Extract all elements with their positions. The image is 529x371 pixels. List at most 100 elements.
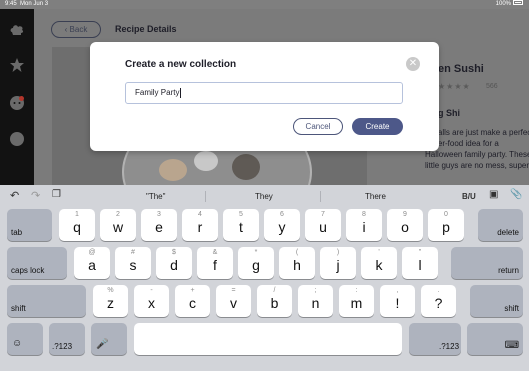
suggestion-1[interactable]: "The" xyxy=(146,192,165,201)
key-hint: / xyxy=(273,287,276,294)
key-i[interactable]: 8i xyxy=(346,209,382,241)
key-hint: - xyxy=(150,287,153,294)
key-r[interactable]: 4r xyxy=(182,209,218,241)
key-k[interactable]: ' k xyxy=(361,247,397,279)
tab-key[interactable]: tab xyxy=(7,209,52,241)
cancel-button[interactable]: Cancel xyxy=(293,118,343,135)
key-g[interactable]: * g xyxy=(238,247,274,279)
key-e[interactable]: 3e xyxy=(141,209,177,241)
return-key[interactable]: return xyxy=(451,247,523,279)
text-caret xyxy=(180,87,182,98)
suggestion-divider xyxy=(205,191,206,202)
key-hint: ; xyxy=(314,287,317,294)
face-icon[interactable] xyxy=(9,131,25,147)
key-b[interactable]: / b xyxy=(257,285,292,317)
key-label: b xyxy=(270,295,279,311)
sushi-ball xyxy=(232,154,260,180)
key-c[interactable]: + c xyxy=(175,285,210,317)
camera-icon[interactable]: ▣ xyxy=(489,189,498,200)
numbers-key-left[interactable]: .?123 xyxy=(49,323,85,355)
key-hint: 0 xyxy=(444,211,448,218)
key-label: g xyxy=(252,257,260,273)
close-icon[interactable]: ✕ xyxy=(406,57,420,71)
format-button[interactable]: B/U xyxy=(462,192,476,201)
key-hint: $ xyxy=(172,249,176,256)
key-hint: ) xyxy=(336,249,340,256)
key-u[interactable]: 7u xyxy=(305,209,341,241)
chef-hat-icon[interactable] xyxy=(9,23,25,39)
key-h[interactable]: (h xyxy=(279,247,315,279)
key-hint: : xyxy=(355,287,358,294)
key-p[interactable]: 0p xyxy=(428,209,464,241)
key-j[interactable]: ) j xyxy=(320,247,356,279)
star-icon[interactable] xyxy=(9,57,25,73)
create-collection-dialog: Create a new collection ✕ Family Party C… xyxy=(90,42,439,151)
key-label: s xyxy=(129,257,137,273)
key-hint: % xyxy=(107,287,114,294)
collection-name-input[interactable]: Family Party xyxy=(125,82,403,104)
key-label: y xyxy=(278,219,286,235)
suggestion-2[interactable]: They xyxy=(255,192,273,201)
key-label: r xyxy=(197,219,203,235)
on-screen-keyboard: ↶ ↷ ❐ "The" They There B/U ▣ 📎 tab 1q2w3… xyxy=(0,185,529,371)
recipe-title: en Sushi xyxy=(438,63,484,75)
paperclip-icon[interactable]: 📎 xyxy=(510,189,522,200)
key-n[interactable]: ; n xyxy=(298,285,333,317)
key-o[interactable]: 9o xyxy=(387,209,423,241)
create-button[interactable]: Create xyxy=(352,118,403,135)
key-question[interactable]: .? xyxy=(421,285,456,317)
emoji-key[interactable]: ☺ xyxy=(7,323,43,355)
key-hint: 2 xyxy=(116,211,120,218)
key-hint: 3 xyxy=(157,211,161,218)
key-y[interactable]: 6y xyxy=(264,209,300,241)
dictation-key[interactable]: 🎤 xyxy=(91,323,127,355)
key-label: ! xyxy=(395,295,400,311)
key-hint: + xyxy=(190,287,195,294)
back-button[interactable]: ‹ Back xyxy=(51,21,101,38)
caps-lock-key[interactable]: caps lock xyxy=(7,247,67,279)
key-a[interactable]: @ a xyxy=(74,247,110,279)
key-hint: ( xyxy=(295,249,299,256)
key-m[interactable]: :m xyxy=(339,285,374,317)
key-hint: & xyxy=(212,249,218,256)
key-hint: 5 xyxy=(239,211,243,218)
emoji-icon: ☺ xyxy=(12,338,23,349)
key-label: m xyxy=(350,295,363,311)
status-bar: 9:45 Mon Jun 3 100% xyxy=(0,0,529,9)
key-hint: , xyxy=(396,287,399,294)
key-d[interactable]: $ d xyxy=(156,247,192,279)
delete-key[interactable]: delete xyxy=(478,209,523,241)
dialog-title: Create a new collection xyxy=(125,59,237,70)
key-x[interactable]: -x xyxy=(134,285,169,317)
key-label: a xyxy=(88,257,96,273)
key-exclamation[interactable]: ,! xyxy=(380,285,415,317)
key-label: w xyxy=(112,219,124,235)
key-t[interactable]: 5t xyxy=(223,209,259,241)
key-hint: . xyxy=(437,287,440,294)
key-label: i xyxy=(362,219,366,235)
key-hint: # xyxy=(131,249,135,256)
key-hint: " xyxy=(418,249,422,256)
shift-key-right[interactable]: shift xyxy=(470,285,523,317)
key-z[interactable]: % z xyxy=(93,285,128,317)
suggestion-3[interactable]: There xyxy=(365,192,386,201)
key-s[interactable]: # s xyxy=(115,247,151,279)
key-f[interactable]: & f xyxy=(197,247,233,279)
key-hint: 1 xyxy=(75,211,79,218)
key-label: t xyxy=(239,219,243,235)
key-label: e xyxy=(155,219,163,235)
key-l[interactable]: " l xyxy=(402,247,438,279)
space-bar[interactable] xyxy=(134,323,402,355)
paste-icon[interactable]: ❐ xyxy=(52,189,61,200)
status-time: 9:45 Mon Jun 3 xyxy=(5,1,49,7)
key-hint: ' xyxy=(378,249,380,256)
numbers-key-right[interactable]: .?123 xyxy=(409,323,461,355)
shift-key-left[interactable]: shift xyxy=(7,285,86,317)
key-hint: 4 xyxy=(198,211,202,218)
undo-icon[interactable]: ↶ xyxy=(10,189,19,202)
key-q[interactable]: 1q xyxy=(59,209,95,241)
redo-icon[interactable]: ↷ xyxy=(31,189,40,202)
hide-keyboard-key[interactable]: ⌨ xyxy=(467,323,523,355)
key-w[interactable]: 2w xyxy=(100,209,136,241)
key-v[interactable]: = v xyxy=(216,285,251,317)
